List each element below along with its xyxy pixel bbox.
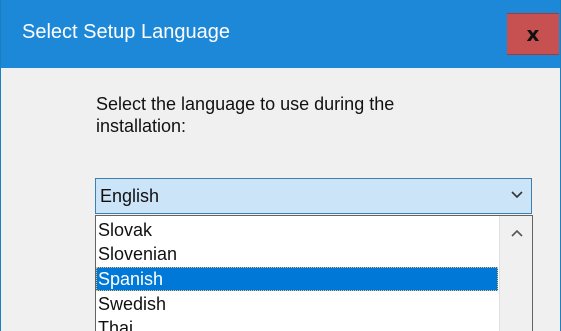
list-item-selected[interactable]: Spanish <box>96 267 498 291</box>
list-item-label: Swedish <box>98 294 167 314</box>
list-item-label: Thai <box>98 318 134 331</box>
list-item[interactable]: Slovak <box>96 218 498 242</box>
scroll-up-button[interactable] <box>500 216 532 250</box>
language-prompt: Select the language to use during the in… <box>96 94 395 136</box>
dropdown-selected-value: English <box>100 186 160 206</box>
setup-language-dialog: Select Setup Language x Select the langu… <box>0 0 561 331</box>
language-dropdown[interactable]: English <box>95 178 532 214</box>
list-item-label: Slovenian <box>98 244 178 264</box>
window-title: Select Setup Language <box>22 21 230 43</box>
close-icon: x <box>526 22 540 46</box>
language-list[interactable]: Slovak Slovenian Spanish Swedish Thai <box>95 215 533 331</box>
list-item[interactable]: Slovenian <box>96 242 498 266</box>
chevron-down-icon <box>511 191 523 199</box>
title-bar[interactable]: Select Setup Language x <box>1 0 560 68</box>
list-item-label: Slovak <box>98 220 153 240</box>
list-item[interactable]: Swedish <box>96 292 498 316</box>
close-button[interactable]: x <box>507 13 559 55</box>
chevron-up-icon <box>510 229 523 237</box>
list-item[interactable]: Thai <box>96 316 498 331</box>
list-scrollbar[interactable] <box>499 216 532 331</box>
list-item-label: Spanish <box>98 269 164 289</box>
